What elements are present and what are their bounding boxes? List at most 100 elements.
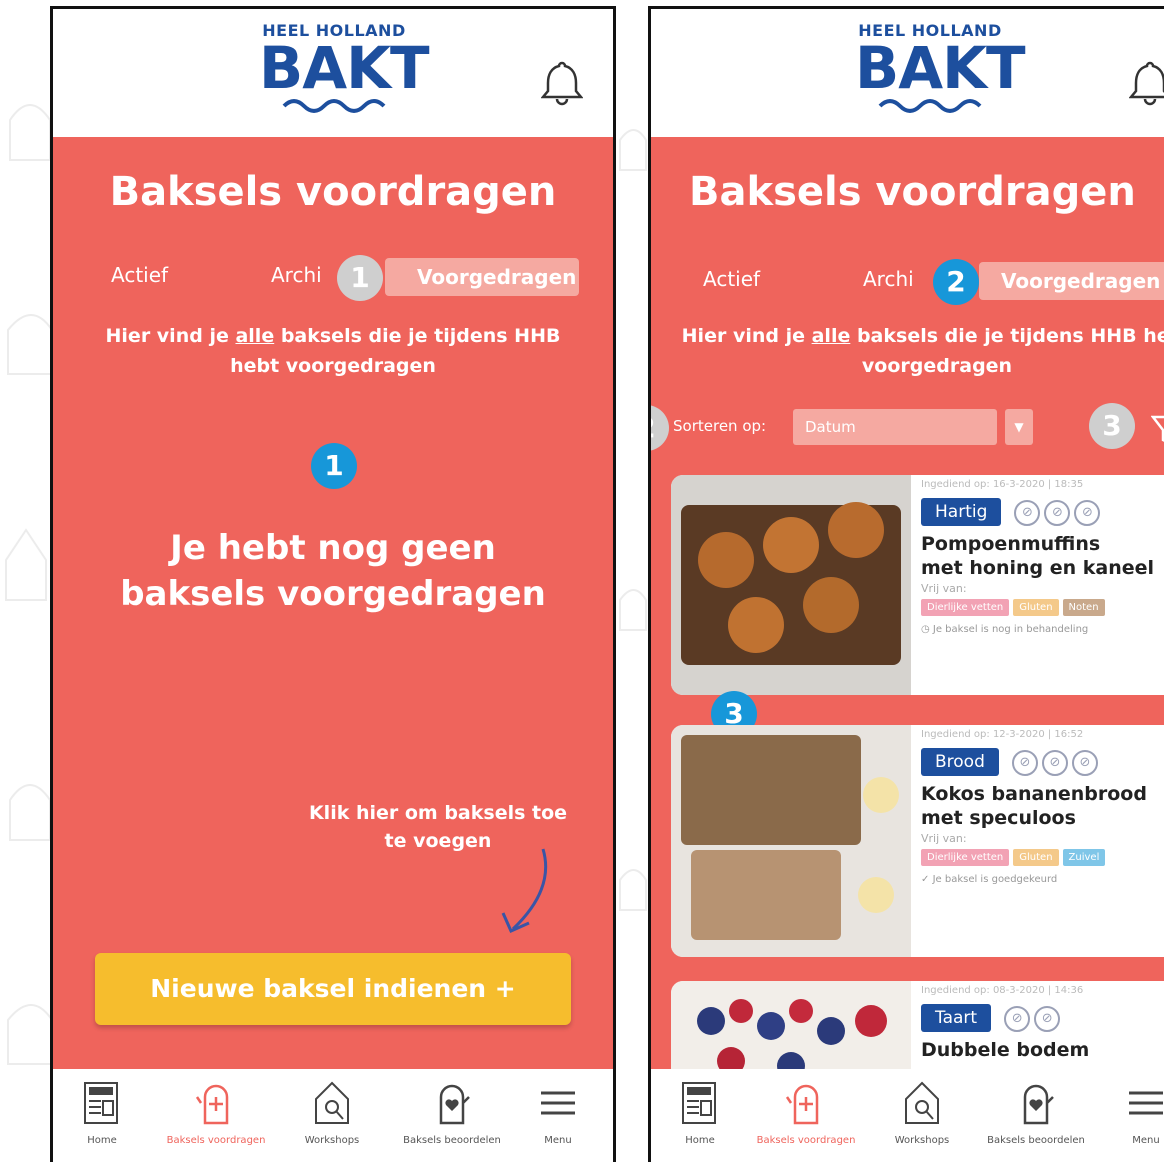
- category-badge: Hartig: [921, 498, 1002, 526]
- empty-state-message: Je hebt nog geen baksels voorgedragen: [120, 528, 546, 614]
- tag: Gluten: [1013, 849, 1059, 866]
- no-gluten-icon: ⊘: [1034, 1005, 1061, 1032]
- tag: Zuivel: [1062, 849, 1106, 866]
- phone-screen-list: HEEL HOLLAND BAKT Baksels voordragen Act…: [648, 6, 1164, 1162]
- tab-voorgedragen-label: Voorgedragen: [1001, 269, 1161, 293]
- chevron-down-icon: ▼: [1014, 420, 1024, 434]
- logo-big-text: BAKT: [855, 34, 1026, 102]
- annotation-badge-filter: 3: [1089, 403, 1135, 449]
- intro-underline: alle: [811, 325, 851, 347]
- tab-voorgedragen[interactable]: Voorgedragen: [385, 258, 579, 296]
- oven-mitt-plus-icon: [785, 1084, 819, 1125]
- diet-icons: ⊘ ⊘ ⊘: [1014, 499, 1104, 526]
- filter-icon[interactable]: [1151, 413, 1164, 447]
- intro-suffix: baksels die je tijdens HHB hebt voorgedr…: [230, 325, 561, 377]
- no-nuts-icon: ⊘: [1014, 499, 1041, 526]
- sort-select[interactable]: Datum: [793, 409, 997, 445]
- bake-title-line2: met honing en kaneel: [921, 557, 1155, 579]
- bake-title-line1: Kokos bananenbrood: [921, 783, 1147, 805]
- bake-card[interactable]: Ingediend op: 16-3-2020 | 18:35 Hartig ⊘…: [671, 475, 1164, 695]
- sort-chevron-button[interactable]: ▼: [1005, 409, 1033, 445]
- hhb-logo[interactable]: HEEL HOLLAND BAKT: [259, 21, 430, 118]
- nav-baksels-beoordelen[interactable]: Baksels beoordelen: [981, 1079, 1091, 1146]
- nav-menu[interactable]: Menu: [503, 1079, 613, 1146]
- bottom-navigation: Home Baksels voordragen Workshops Baksel…: [651, 1069, 1164, 1162]
- tent-icon: [905, 1081, 939, 1124]
- muffins-image: [671, 475, 911, 695]
- intro-text: Hier vind je alle baksels die je tijdens…: [83, 321, 583, 381]
- phone-screen-empty: HEEL HOLLAND BAKT Baksels voordragen Act…: [50, 6, 616, 1162]
- menu-icon: [541, 1091, 575, 1115]
- bottom-navigation: Home Baksels voordragen Workshops Baksel…: [53, 1069, 613, 1162]
- logo-big-text: BAKT: [259, 34, 430, 102]
- tab-actief[interactable]: Actief: [703, 267, 760, 291]
- nav-menu[interactable]: Menu: [1091, 1079, 1164, 1146]
- nav-home-label: Home: [87, 1135, 117, 1146]
- nav-menu-label: Menu: [1132, 1135, 1160, 1146]
- tent-icon: [315, 1081, 349, 1124]
- nav-baksels-voordragen[interactable]: Baksels voordragen: [751, 1079, 861, 1146]
- home-icon: [682, 1082, 716, 1124]
- tab-archief[interactable]: Archi: [863, 267, 914, 291]
- bake-title-line1: Pompoenmuffins: [921, 533, 1101, 555]
- nav-menu-label: Menu: [544, 1135, 572, 1146]
- nav-voordragen-label: Baksels voordragen: [756, 1135, 856, 1146]
- page-title: Baksels voordragen: [689, 169, 1136, 215]
- bake-status-text: Je baksel is goedgekeurd: [932, 874, 1058, 885]
- curved-arrow-icon: [501, 848, 548, 933]
- no-nuts-icon: ⊘: [1011, 749, 1038, 776]
- intro-suffix: baksels die je tijdens HHB hebt voorgedr…: [850, 325, 1164, 377]
- tag: Noten: [1062, 599, 1105, 616]
- logo-ornament-icon: [878, 99, 982, 113]
- tag: Dierlijke vetten: [921, 849, 1010, 866]
- category-badge: Brood: [921, 748, 999, 776]
- bake-title-line2: met speculoos: [921, 807, 1076, 829]
- app-header: HEEL HOLLAND BAKT: [53, 9, 613, 137]
- nav-home-label: Home: [685, 1135, 715, 1146]
- hhb-logo[interactable]: HEEL HOLLAND BAKT: [855, 21, 1026, 118]
- annotation-badge-tab: 2: [933, 259, 979, 305]
- bell-icon[interactable]: [541, 59, 583, 107]
- nav-workshops[interactable]: Workshops: [867, 1079, 977, 1146]
- app-header: HEEL HOLLAND BAKT: [651, 9, 1164, 137]
- tag: Gluten: [1013, 599, 1059, 616]
- logo-ornament-icon: [282, 99, 386, 113]
- no-dairy-icon: ⊘: [1071, 749, 1098, 776]
- annotation-badge-tab: 1: [337, 255, 383, 301]
- bake-card[interactable]: Ingediend op: 12-3-2020 | 16:52 Brood ⊘ ⊘…: [671, 725, 1164, 957]
- nav-workshops-label: Workshops: [304, 1135, 360, 1146]
- bake-title: Dubbele bodem: [921, 1038, 1164, 1062]
- nav-home[interactable]: Home: [651, 1079, 755, 1146]
- free-from-label: Vrij van:: [921, 582, 967, 595]
- bake-title: Pompoenmuffins met honing en kaneel: [921, 532, 1164, 580]
- banana-bread-image: [671, 725, 911, 957]
- nav-workshops[interactable]: Workshops: [277, 1079, 387, 1146]
- new-bake-submit-button[interactable]: Nieuwe baksel indienen +: [95, 953, 571, 1025]
- bell-icon[interactable]: [1129, 59, 1164, 107]
- free-from-tags: Dierlijke vetten Gluten Zuivel: [921, 845, 1164, 866]
- diet-icons: ⊘ ⊘: [1004, 1005, 1064, 1032]
- home-icon: [84, 1082, 118, 1124]
- tab-voorgedragen[interactable]: Voorgedragen: [979, 262, 1164, 300]
- nav-beoordelen-label: Baksels beoordelen: [403, 1135, 501, 1146]
- annotation-badge-content: 1: [311, 443, 357, 489]
- bake-title-line1: Dubbele bodem: [921, 1039, 1090, 1061]
- nav-baksels-beoordelen[interactable]: Baksels beoordelen: [397, 1079, 507, 1146]
- tab-voorgedragen-label: Voorgedragen: [417, 265, 577, 289]
- bake-card-body: Ingediend op: 08-3-2020 | 14:36 Taart ⊘ ⊘…: [921, 981, 1164, 1062]
- intro-text: Hier vind je alle baksels die je tijdens…: [677, 321, 1164, 381]
- intro-underline: alle: [235, 325, 275, 347]
- free-from-tags: Dierlijke vetten Gluten Noten: [921, 595, 1164, 616]
- bake-status: ✓ Je baksel is goedgekeurd: [921, 874, 1058, 885]
- nav-baksels-voordragen[interactable]: Baksels voordragen: [161, 1079, 271, 1146]
- tab-actief[interactable]: Actief: [111, 263, 168, 287]
- nav-home[interactable]: Home: [53, 1079, 157, 1146]
- bake-title: Kokos bananenbrood met speculoos: [921, 782, 1164, 830]
- category-badge: Taart: [921, 1004, 992, 1032]
- submission-date: Ingediend op: 08-3-2020 | 14:36: [921, 985, 1084, 996]
- submission-date: Ingediend op: 16-3-2020 | 18:35: [921, 479, 1084, 490]
- page-title: Baksels voordragen: [109, 169, 557, 215]
- submission-date: Ingediend op: 12-3-2020 | 16:52: [921, 729, 1084, 740]
- tab-archief[interactable]: Archi: [271, 263, 322, 287]
- intro-prefix: Hier vind je: [105, 325, 236, 347]
